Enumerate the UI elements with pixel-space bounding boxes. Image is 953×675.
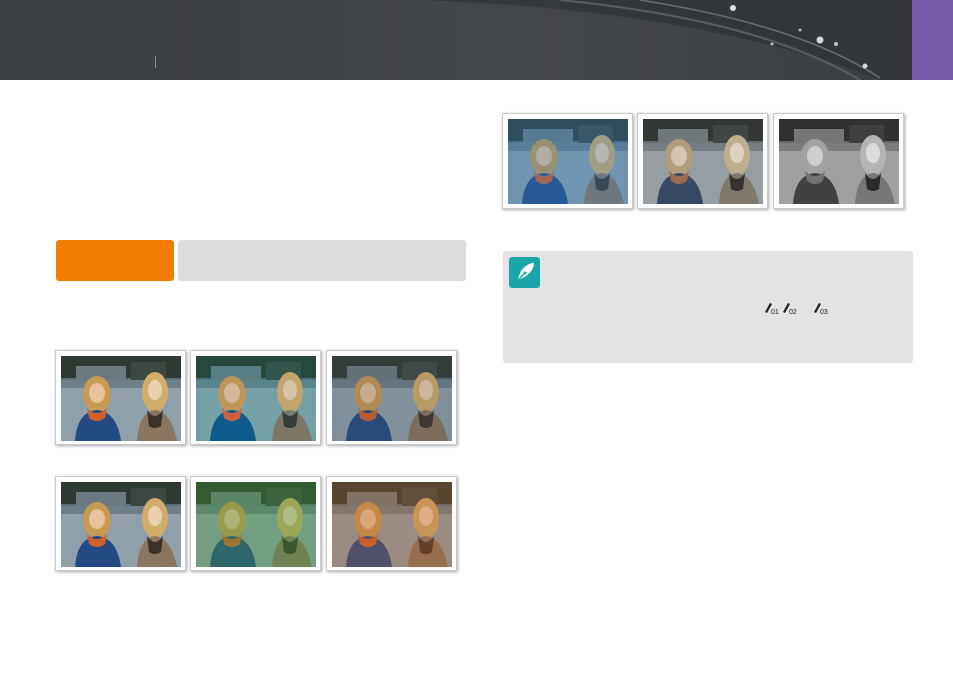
photo-thumbnail: [55, 476, 186, 571]
photo-thumbnail: [502, 113, 633, 209]
svg-text:01: 01: [771, 309, 779, 315]
photo-thumbnail: [637, 113, 768, 209]
svg-text:03: 03: [820, 309, 828, 315]
picture-wizard-03-icon: 03: [814, 303, 828, 316]
photo-thumbnail: [190, 476, 321, 571]
svg-text:02: 02: [789, 309, 797, 315]
photo-thumbnail: [773, 113, 904, 209]
header-swoosh-decoration: [420, 0, 953, 80]
photo-thumbnail: [326, 350, 457, 445]
page-header: [0, 0, 953, 80]
header-divider: [155, 56, 156, 68]
picture-wizard-01-icon: 01: [765, 303, 779, 316]
note-box: [503, 251, 913, 363]
chapter-tab[interactable]: [912, 0, 953, 80]
section-tab-inactive[interactable]: [178, 240, 466, 281]
photo-thumbnail: [190, 350, 321, 445]
pen-nib-icon: [509, 257, 540, 288]
photo-thumbnail: [326, 476, 457, 571]
picture-wizard-02-icon: 02: [783, 303, 797, 316]
section-tab-active[interactable]: [56, 240, 174, 281]
photo-thumbnail: [55, 350, 186, 445]
picture-wizard-mode-icons: 01 02 03: [764, 299, 834, 316]
